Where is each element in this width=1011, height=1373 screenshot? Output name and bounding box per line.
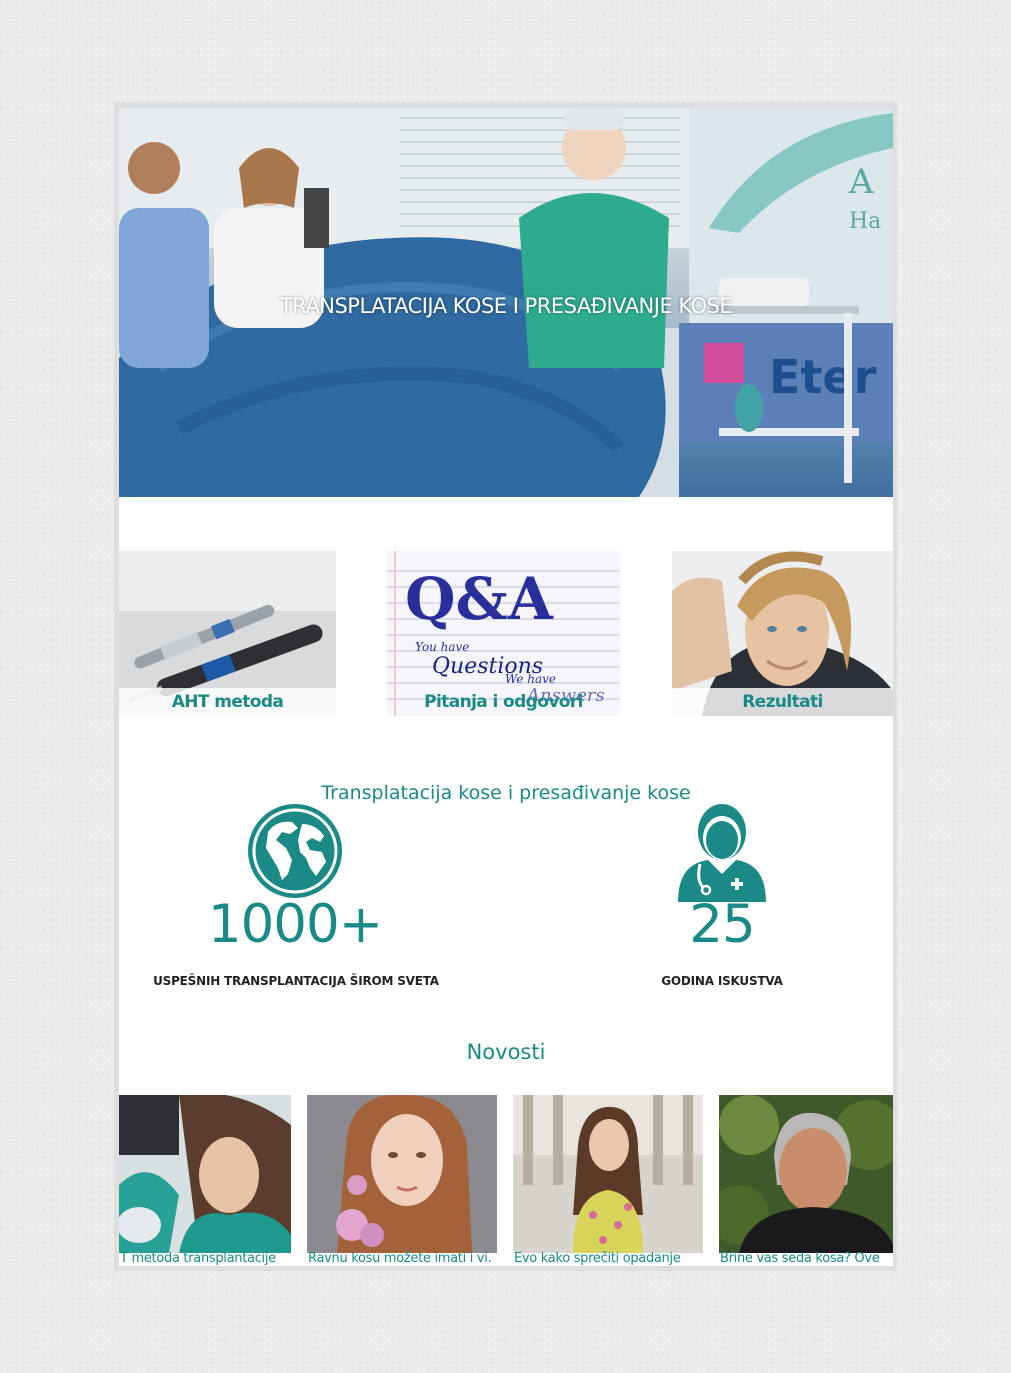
news-image-2 [307,1095,497,1253]
news-item-1[interactable]: T metoda transplantacije [119,1095,291,1266]
news-item-2[interactable]: Ravnu kosu možete imati i vi. [307,1095,497,1266]
feature-card-qa[interactable]: Q&A You have Questions We have Answers P… [387,551,620,716]
news-image-3 [513,1095,703,1253]
stat-number-transplants: 1000+ [207,894,383,955]
news-item-3[interactable]: Evo kako sprečiti opadanje [513,1095,703,1266]
hero-title: TRANSPLATACIJA KOSE I PRESAĐIVANJE KOSE [279,294,733,318]
news-title-3[interactable]: Evo kako sprečiti opadanje [514,1251,703,1266]
news-title-4[interactable]: Brine vas seda kosa? Ove [720,1251,893,1266]
stat-number-years: 25 [689,894,755,955]
news-title-1[interactable]: T metoda transplantacije [120,1251,291,1266]
feature-label-qa: Pitanja i odgovori [424,692,583,712]
news-heading: Novosti [466,1040,546,1064]
stat-caption-transplants: USPEŠNIH TRANSPLANTACIJA ŠIROM SVETA [153,974,439,988]
svg-text:Ha: Ha [849,209,881,234]
hero-banner[interactable]: A Ha Eter TRANSPLATACIJA KOSE I PRESAĐIV… [119,108,893,497]
doctor-icon [678,804,766,902]
feature-label-aht: AHT metoda [119,688,336,716]
page-content: A Ha Eter TRANSPLATACIJA KOSE I PRESAĐIV… [119,108,893,1266]
news-image-1 [119,1095,291,1253]
news-title-2[interactable]: Ravnu kosu možete imati i vi. [308,1251,497,1266]
svg-text:You have: You have [415,640,469,654]
feature-card-results[interactable]: Rezultati [672,551,893,716]
feature-label-results: Rezultati [672,688,893,716]
globe-icon [248,804,342,898]
news-item-4[interactable]: Brine vas seda kosa? Ove [719,1095,893,1266]
stats-heading: Transplatacija kose i presađivanje kose [321,782,691,804]
feature-card-aht[interactable]: AHT metoda [119,551,336,716]
news-image-4 [719,1095,893,1253]
svg-text:A: A [848,162,874,202]
stat-caption-years: GODINA ISKUSTVA [661,974,783,988]
svg-text:We have: We have [505,672,556,686]
svg-text:Eter: Eter [769,350,877,404]
svg-text:Q&A: Q&A [405,565,554,633]
